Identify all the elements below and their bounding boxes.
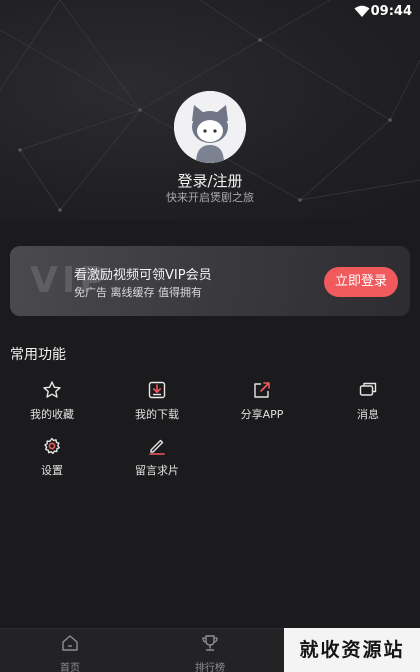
download-icon: [148, 381, 166, 399]
avatar-icon: [174, 91, 246, 163]
message-icon: [359, 382, 377, 396]
vip-login-button[interactable]: 立即登录: [324, 267, 398, 297]
settings-label: 设置: [41, 464, 63, 477]
tab-ranking[interactable]: 排行榜: [170, 633, 250, 672]
tagline: 快来开启煲剧之旅: [166, 191, 254, 204]
share-icon: [254, 382, 270, 398]
star-icon: [43, 381, 61, 398]
login-register-link[interactable]: 登录/注册: [0, 170, 420, 191]
status-bar: 09:44: [0, 0, 420, 24]
vip-title: 看激励视频可领VIP会员: [74, 268, 212, 283]
site-watermark: 就收资源站: [284, 628, 420, 672]
avatar[interactable]: [174, 91, 246, 163]
share-app-button[interactable]: 分享APP: [222, 380, 302, 422]
wifi-icon: [354, 5, 370, 17]
messages-button[interactable]: 消息: [328, 380, 408, 422]
section-title: 常用功能: [10, 347, 66, 363]
vip-subtitle: 免广告 离线缓存 值得拥有: [74, 286, 202, 299]
tab-home-label: 首页: [60, 663, 80, 672]
vip-promo-card[interactable]: VIP 看激励视频可领VIP会员 免广告 离线缓存 值得拥有 立即登录: [10, 246, 410, 316]
edit-icon: [149, 439, 165, 455]
request-movie-label: 留言求片: [135, 464, 179, 477]
tab-home[interactable]: 首页: [30, 633, 110, 672]
share-app-label: 分享APP: [240, 408, 284, 421]
favorites-button[interactable]: 我的收藏: [12, 380, 92, 422]
messages-label: 消息: [357, 408, 379, 421]
tab-ranking-label: 排行榜: [195, 663, 225, 672]
downloads-label: 我的下载: [135, 408, 179, 421]
status-time: 09:44: [370, 4, 412, 19]
home-icon: [62, 635, 78, 651]
request-movie-button[interactable]: 留言求片: [117, 436, 197, 478]
trophy-icon: [202, 635, 218, 651]
favorites-label: 我的收藏: [30, 408, 74, 421]
gear-icon: [44, 437, 60, 455]
settings-button[interactable]: 设置: [12, 436, 92, 478]
downloads-button[interactable]: 我的下载: [117, 380, 197, 422]
